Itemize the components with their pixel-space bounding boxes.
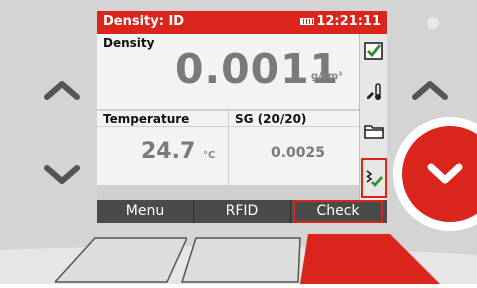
menu-button[interactable]: Menu (97, 200, 194, 223)
softkey-hardware-right[interactable] (300, 232, 440, 284)
softkey-bar: Menu RFID Check (97, 200, 387, 223)
sidebar (359, 34, 387, 200)
density-unit: g/cm³ (311, 71, 343, 82)
sg-value: 0.0025 (271, 145, 326, 161)
softkey-hardware-middle[interactable] (180, 236, 312, 284)
title-bar: Density: ID 12:21:11 (97, 11, 387, 34)
checkbox-check-icon[interactable] (363, 40, 385, 62)
divider (229, 126, 359, 127)
temperature-edit-icon[interactable] (363, 80, 385, 102)
softkey-hardware-left[interactable] (53, 236, 189, 284)
battery-icon (300, 18, 314, 25)
device-screen: Density: ID 12:21:11 Density 0.0011 g/cm… (97, 11, 387, 223)
temperature-value: 24.7 (141, 139, 196, 164)
nav-up-left-button[interactable] (42, 75, 82, 105)
nav-down-left-button[interactable] (42, 160, 82, 190)
status-strip (97, 185, 359, 200)
nav-up-right-button[interactable] (410, 75, 450, 105)
temperature-label: Temperature (103, 112, 190, 126)
temperature-unit: °C (203, 150, 216, 161)
clock: 12:21:11 (316, 14, 381, 29)
density-label: Density (103, 36, 155, 50)
chevron-up-icon (44, 81, 80, 100)
density-value: 0.0011 (175, 45, 340, 93)
nav-down-right-button[interactable] (390, 115, 477, 233)
divider (97, 126, 228, 127)
chevron-up-icon (412, 81, 448, 100)
folder-icon[interactable] (363, 120, 385, 142)
rfid-button[interactable]: RFID (194, 200, 291, 223)
sg-label: SG (20/20) (235, 112, 307, 126)
chevron-down-icon (44, 165, 80, 184)
temperature-panel: Temperature 24.7 °C (97, 111, 229, 185)
screen-title: Density: ID (103, 14, 185, 29)
density-panel: Density 0.0011 g/cm³ (97, 34, 359, 111)
check-list-icon[interactable] (363, 167, 385, 189)
check-button[interactable]: Check (293, 200, 383, 223)
sg-panel: SG (20/20) 0.0025 (229, 111, 359, 185)
